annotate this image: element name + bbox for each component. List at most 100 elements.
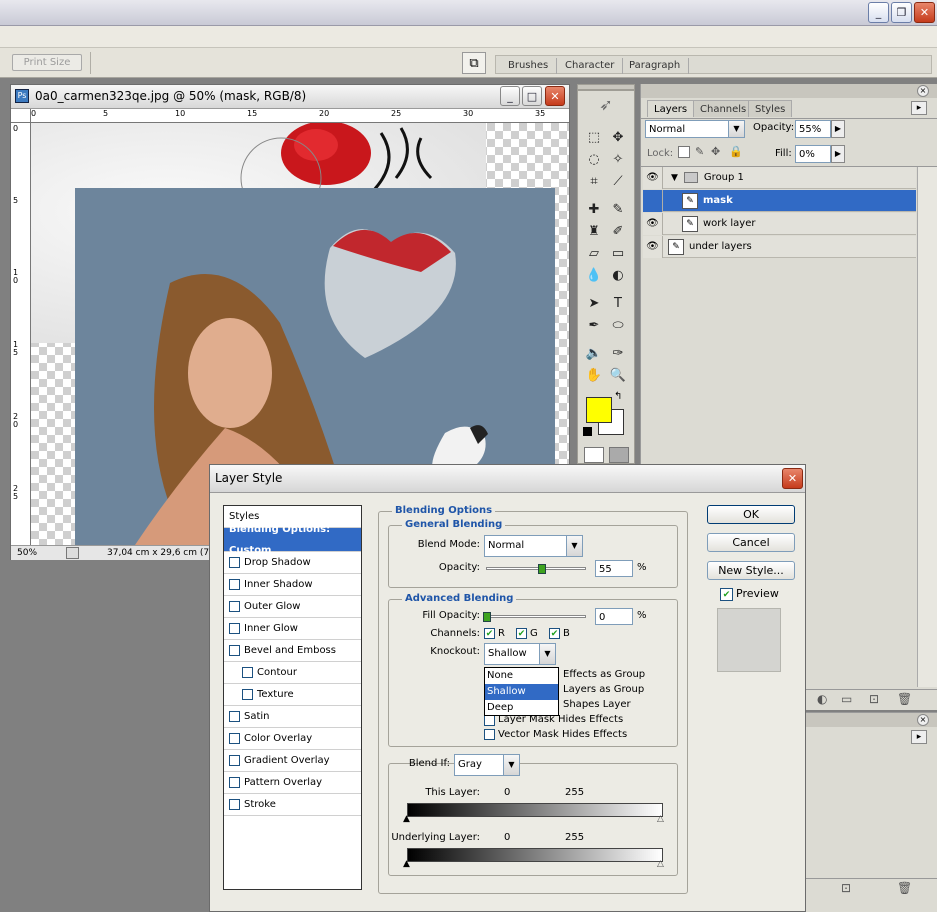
layer-row-group-1[interactable]: 👁 ▼ Group 1: [643, 166, 916, 189]
checkbox[interactable]: [229, 601, 240, 612]
checkbox[interactable]: [242, 667, 253, 678]
eyedropper-tool-icon[interactable]: ✑: [607, 343, 629, 363]
layer-row-work-layer[interactable]: 👁 ✎ work layer: [643, 212, 916, 235]
knockout-option-deep[interactable]: Deep: [485, 700, 558, 716]
new-layer-icon[interactable]: ⊡: [869, 692, 879, 706]
panel-close-icon[interactable]: ×: [917, 85, 929, 97]
status-menu-icon[interactable]: [66, 547, 79, 559]
trash-icon[interactable]: 🗑: [897, 692, 912, 706]
knockout-select[interactable]: Shallow ▼: [484, 643, 556, 665]
standard-mode-icon[interactable]: [584, 447, 604, 463]
layer-row-under-layers[interactable]: 👁 ✎ under layers: [643, 235, 916, 258]
lock-position-icon[interactable]: ✥: [711, 145, 720, 158]
eye-icon[interactable]: [643, 189, 663, 212]
layer-mask-hides-checkbox[interactable]: [484, 715, 495, 726]
eye-icon[interactable]: 👁: [643, 235, 663, 258]
underlying-white-slider-icon[interactable]: △: [657, 859, 664, 869]
palette-well-icon[interactable]: ⧉: [462, 52, 486, 74]
quick-mask-mode-icon[interactable]: [609, 447, 629, 463]
layer-blend-mode-select[interactable]: Normal ▼: [645, 120, 745, 138]
style-item-drop-shadow[interactable]: Drop Shadow: [224, 552, 361, 574]
lasso-tool-icon[interactable]: ◌: [583, 149, 605, 169]
style-item-gradient-overlay[interactable]: Gradient Overlay: [224, 750, 361, 772]
ruler-origin[interactable]: [11, 109, 31, 123]
opacity-slider-knob[interactable]: [538, 564, 546, 574]
preview-checkbox[interactable]: ✔: [720, 588, 733, 601]
channel-b-checkbox[interactable]: ✔: [549, 628, 560, 639]
eraser-tool-icon[interactable]: ▱: [583, 243, 605, 263]
notes-tool-icon[interactable]: 🔈: [583, 343, 605, 363]
doc-close-button[interactable]: ✕: [545, 86, 565, 106]
well-tab-paragraph[interactable]: Paragraph: [621, 58, 690, 74]
checkbox[interactable]: [229, 733, 240, 744]
checkbox[interactable]: [229, 623, 240, 634]
magic-wand-tool-icon[interactable]: ✧: [607, 149, 629, 169]
pen-tool-icon[interactable]: ✒: [583, 315, 605, 335]
style-item-pattern-overlay[interactable]: Pattern Overlay: [224, 772, 361, 794]
style-item-contour[interactable]: Contour: [224, 662, 361, 684]
style-item-color-overlay[interactable]: Color Overlay: [224, 728, 361, 750]
cancel-button[interactable]: Cancel: [707, 533, 795, 552]
vector-mask-hides-checkbox[interactable]: [484, 729, 495, 740]
dialog-close-button[interactable]: ✕: [782, 468, 803, 489]
default-colors-icon[interactable]: [583, 427, 592, 436]
doc-maximize-button[interactable]: □: [522, 86, 542, 106]
path-selection-tool-icon[interactable]: ➤: [583, 293, 605, 313]
swap-colors-icon[interactable]: ↰: [614, 391, 622, 402]
type-tool-icon[interactable]: T: [607, 293, 629, 313]
layer-row-mask[interactable]: ✎ mask: [643, 189, 916, 212]
shape-tool-icon[interactable]: ⬭: [607, 315, 629, 335]
style-item-satin[interactable]: Satin: [224, 706, 361, 728]
tab-channels[interactable]: Channels: [693, 100, 754, 117]
checkbox[interactable]: [229, 579, 240, 590]
hand-tool-icon[interactable]: ✋: [583, 365, 605, 385]
knockout-option-shallow[interactable]: Shallow: [485, 684, 558, 700]
tab-styles[interactable]: Styles: [748, 100, 793, 117]
doc-minimize-button[interactable]: _: [500, 86, 520, 106]
healing-brush-tool-icon[interactable]: ✚: [583, 199, 605, 219]
zoom-level[interactable]: 50%: [17, 546, 37, 560]
this-layer-white-slider-icon[interactable]: △: [657, 814, 664, 824]
checkbox[interactable]: [229, 645, 240, 656]
well-tab-character[interactable]: Character: [557, 58, 624, 74]
slice-tool-icon[interactable]: ⟋: [607, 171, 629, 191]
minimize-button[interactable]: _: [868, 2, 889, 23]
eye-icon[interactable]: 👁: [643, 212, 663, 235]
ok-button[interactable]: OK: [707, 505, 795, 524]
restore-button[interactable]: ❐: [891, 2, 912, 23]
opacity-field[interactable]: 55: [595, 560, 633, 577]
this-layer-black-slider-icon[interactable]: ▲: [403, 814, 410, 824]
layers-panel-grip[interactable]: ×: [641, 84, 937, 98]
lock-all-icon[interactable]: 🔒: [729, 145, 743, 158]
fill-opacity-slider-knob[interactable]: [483, 612, 491, 622]
adjustment-layer-icon[interactable]: ◐: [817, 692, 827, 706]
checkbox[interactable]: [242, 689, 253, 700]
trash-icon[interactable]: 🗑: [897, 881, 912, 895]
fill-slider-arrow-icon[interactable]: ▶: [831, 145, 845, 163]
panel-menu-icon[interactable]: ▸: [911, 730, 927, 744]
history-brush-tool-icon[interactable]: ✐: [607, 221, 629, 241]
checkbox[interactable]: [229, 755, 240, 766]
blend-mode-select[interactable]: Normal ▼: [484, 535, 583, 557]
expand-triangle-icon[interactable]: ▼: [671, 173, 678, 183]
blur-tool-icon[interactable]: 💧: [583, 265, 605, 285]
zoom-tool-icon[interactable]: 🔍: [607, 365, 629, 385]
eye-icon[interactable]: 👁: [643, 166, 663, 189]
foreground-color-swatch[interactable]: [586, 397, 612, 423]
layers-scrollbar[interactable]: [917, 167, 937, 687]
style-item-inner-glow[interactable]: Inner Glow: [224, 618, 361, 640]
blend-if-select[interactable]: Gray ▼: [454, 754, 520, 776]
style-item-stroke[interactable]: Stroke: [224, 794, 361, 816]
tab-layers[interactable]: Layers: [647, 100, 695, 117]
style-item-inner-shadow[interactable]: Inner Shadow: [224, 574, 361, 596]
layer-opacity-field[interactable]: 55%: [795, 120, 831, 138]
marquee-tool-icon[interactable]: ⬚: [583, 127, 605, 147]
well-tab-brushes[interactable]: Brushes: [500, 58, 558, 74]
close-button[interactable]: ✕: [914, 2, 935, 23]
crop-tool-icon[interactable]: ⌗: [583, 171, 605, 191]
layer-fill-field[interactable]: 0%: [795, 145, 831, 163]
new-style-button[interactable]: New Style...: [707, 561, 795, 580]
gradient-tool-icon[interactable]: ▭: [607, 243, 629, 263]
lock-image-icon[interactable]: ✎: [695, 145, 704, 158]
style-item-texture[interactable]: Texture: [224, 684, 361, 706]
